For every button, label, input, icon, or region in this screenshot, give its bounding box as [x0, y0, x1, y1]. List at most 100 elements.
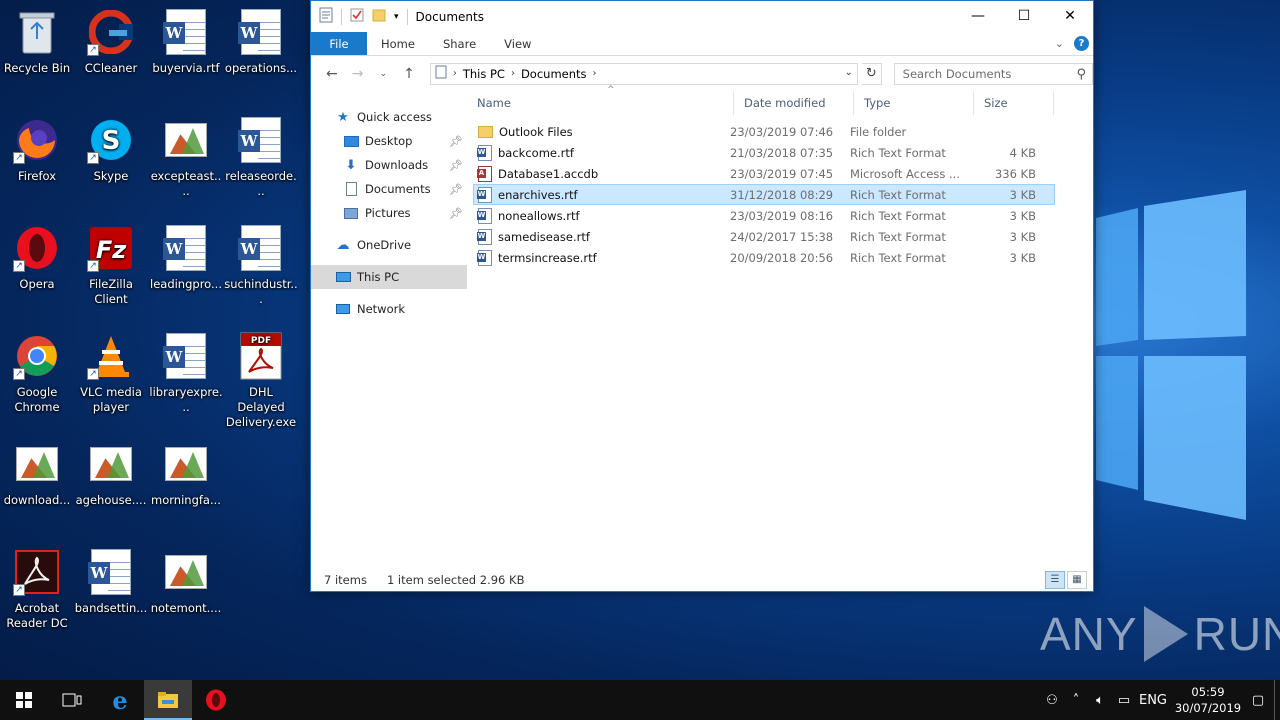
desktop-icon-ccleaner[interactable]: ↗ CCleaner [74, 0, 148, 100]
desktop-icon-libraryexpre[interactable]: W libraryexpre... [149, 324, 223, 424]
word-document-icon: W [162, 8, 210, 56]
desktop-icon-morningfa[interactable]: morningfa... [149, 432, 223, 532]
taskbar-edge[interactable]: e [96, 680, 144, 720]
details-view-button[interactable]: ☰ [1045, 571, 1065, 589]
selection-info: 1 item selected 2.96 KB [386, 573, 525, 587]
tab-file[interactable]: File [311, 32, 367, 55]
file-row[interactable]: samedisease.rtf 24/02/2017 15:38 Rich Text… [473, 226, 1055, 247]
file-date: 24/02/2017 15:38 [730, 229, 834, 244]
customize-dropdown-icon[interactable]: ▾ [394, 12, 399, 22]
desktop-icon-vlc[interactable]: ↗ VLC media player [74, 324, 148, 424]
new-folder-icon[interactable] [372, 8, 386, 25]
desktop-icon-recycle-bin[interactable]: Recycle Bin [0, 0, 74, 100]
desktop-icon-bandsettin[interactable]: W bandsettin... [74, 540, 148, 640]
nav-onedrive[interactable]: ☁ OneDrive [311, 233, 467, 257]
nav-desktop[interactable]: Desktop 📌︎ [311, 129, 467, 153]
nav-label: Quick access [357, 110, 432, 124]
close-button[interactable]: ✕ [1047, 1, 1093, 31]
language-indicator[interactable]: ENG [1136, 693, 1170, 708]
up-button[interactable]: ↑ [398, 66, 420, 82]
nav-this-pc[interactable]: This PC [311, 265, 467, 289]
desktop-icon-filezilla[interactable]: Fz ↗ FileZilla Client [74, 216, 148, 316]
chevron-up-icon[interactable]: ˄ [1064, 693, 1088, 708]
desktop-icon-buyervia[interactable]: W buyervia.rtf [149, 0, 223, 100]
desktop-icon-chrome[interactable]: ↗ Google Chrome [0, 324, 74, 424]
volume-icon[interactable]: 🔈︎ [1088, 693, 1112, 708]
search-input[interactable]: Search Documents ⚲ [893, 62, 1094, 85]
column-type[interactable]: Type [854, 91, 974, 115]
desktop-icon-acrobat[interactable]: ↗ Acrobat Reader DC [0, 540, 74, 640]
maximize-button[interactable]: ☐ [1001, 1, 1047, 31]
nav-label: This PC [357, 270, 400, 284]
nav-pictures[interactable]: Pictures 📌︎ [311, 201, 467, 225]
refresh-button[interactable]: ↻ [861, 62, 882, 85]
forward-button[interactable]: → [347, 66, 369, 82]
desktop-icon-label: Acrobat Reader DC [6, 601, 68, 630]
desktop-icon-leadingpro[interactable]: W leadingpro... [149, 216, 223, 316]
file-row[interactable]: termsincrease.rtf 20/09/2018 20:56 Rich Te… [473, 247, 1055, 268]
address-bar[interactable]: › This PC › Documents › ⌄ [429, 62, 858, 85]
taskbar-file-explorer[interactable] [144, 680, 192, 720]
file-row[interactable]: enarchives.rtf 31/12/2018 08:29 Rich Text … [473, 184, 1055, 205]
nav-quick-access[interactable]: ★ Quick access [311, 105, 467, 129]
minimize-button[interactable]: — [955, 1, 1001, 31]
clock[interactable]: 05:59 30/07/2019 [1170, 684, 1246, 716]
address-dropdown-icon[interactable]: ⌄ [845, 67, 853, 78]
taskbar-opera[interactable] [192, 680, 240, 720]
file-row[interactable]: backcome.rtf 21/03/2018 07:35 Rich Text Fo… [473, 142, 1055, 163]
tab-share[interactable]: Share [429, 32, 490, 55]
image-file-icon [87, 440, 135, 488]
file-type: Rich Text Format [850, 187, 946, 202]
network-tray-icon[interactable]: ▭ [1112, 693, 1136, 708]
nav-downloads[interactable]: ⬇ Downloads 📌︎ [311, 153, 467, 177]
desktop-icon-operations[interactable]: W operations... [224, 0, 298, 100]
breadcrumb-documents[interactable]: Documents [521, 67, 587, 81]
task-view-button[interactable] [48, 680, 96, 720]
tab-home[interactable]: Home [367, 32, 429, 55]
show-desktop-button[interactable] [1274, 680, 1280, 720]
notifications-icon[interactable]: ▢ [1246, 693, 1270, 708]
desktop-icon-excepteast[interactable]: excepteast.... [149, 108, 223, 208]
tab-view[interactable]: View [490, 32, 545, 55]
expand-ribbon-icon[interactable]: ⌄ [1055, 37, 1064, 50]
recent-locations-button[interactable]: ⌄ [372, 69, 394, 79]
clock-date: 30/07/2019 [1174, 701, 1242, 715]
people-icon[interactable]: ⚇ [1040, 693, 1064, 708]
windows-start-icon [16, 692, 32, 708]
desktop-icon-skype[interactable]: S ↗ Skype [74, 108, 148, 208]
desktop-icon-agehouse[interactable]: agehouse.... [74, 432, 148, 532]
back-button[interactable]: ← [321, 66, 343, 82]
desktop-icon-opera[interactable]: ↗ Opera [0, 216, 74, 316]
opera-icon [206, 689, 226, 711]
svg-text:S: S [102, 126, 121, 156]
desktop-icon-dhl-delayed-delivery[interactable]: PDF DHL Delayed Delivery.exe [224, 324, 298, 429]
desktop-icon-label: operations... [224, 61, 298, 75]
desktop-icon-download[interactable]: download... [0, 432, 74, 532]
nav-network[interactable]: Network [311, 297, 467, 321]
play-icon [1143, 606, 1188, 662]
start-button[interactable] [0, 680, 48, 720]
large-icons-view-button[interactable]: ▦ [1067, 571, 1087, 589]
desktop-icon-suchindustr[interactable]: W suchindustr... [224, 216, 298, 316]
file-row[interactable]: Database1.accdb 23/03/2019 07:45 Microsoft… [473, 163, 1055, 184]
file-row[interactable]: Outlook Files 23/03/2019 07:46 File folder [473, 121, 1055, 142]
breadcrumb-this-pc[interactable]: This PC [463, 67, 505, 81]
title-bar[interactable]: ▾ Documents — ☐ ✕ [311, 1, 1093, 32]
properties-icon[interactable] [319, 7, 333, 26]
checkmark-icon[interactable] [350, 8, 364, 25]
column-date-modified[interactable]: Date modified [734, 91, 854, 115]
quick-access-toolbar: ▾ [311, 7, 408, 26]
file-row[interactable]: noneallows.rtf 23/03/2019 08:16 Rich Text … [473, 205, 1055, 226]
nav-documents[interactable]: Documents 📌︎ [311, 177, 467, 201]
desktop-icon-releaseorde[interactable]: W releaseorde... [224, 108, 298, 208]
file-type: File folder [850, 124, 907, 139]
file-size: 3 KB [1009, 187, 1036, 202]
help-icon[interactable]: ? [1074, 36, 1089, 51]
column-size[interactable]: Size [974, 91, 1054, 115]
file-name: noneallows.rtf [498, 208, 580, 223]
desktop-icon-firefox[interactable]: ↗ Firefox [0, 108, 74, 208]
column-name[interactable]: Name [467, 91, 734, 115]
desktop-icon-notemont[interactable]: notemont.... [149, 540, 223, 640]
chevron-right-icon: › [510, 68, 515, 79]
file-size: 3 KB [1009, 229, 1036, 244]
